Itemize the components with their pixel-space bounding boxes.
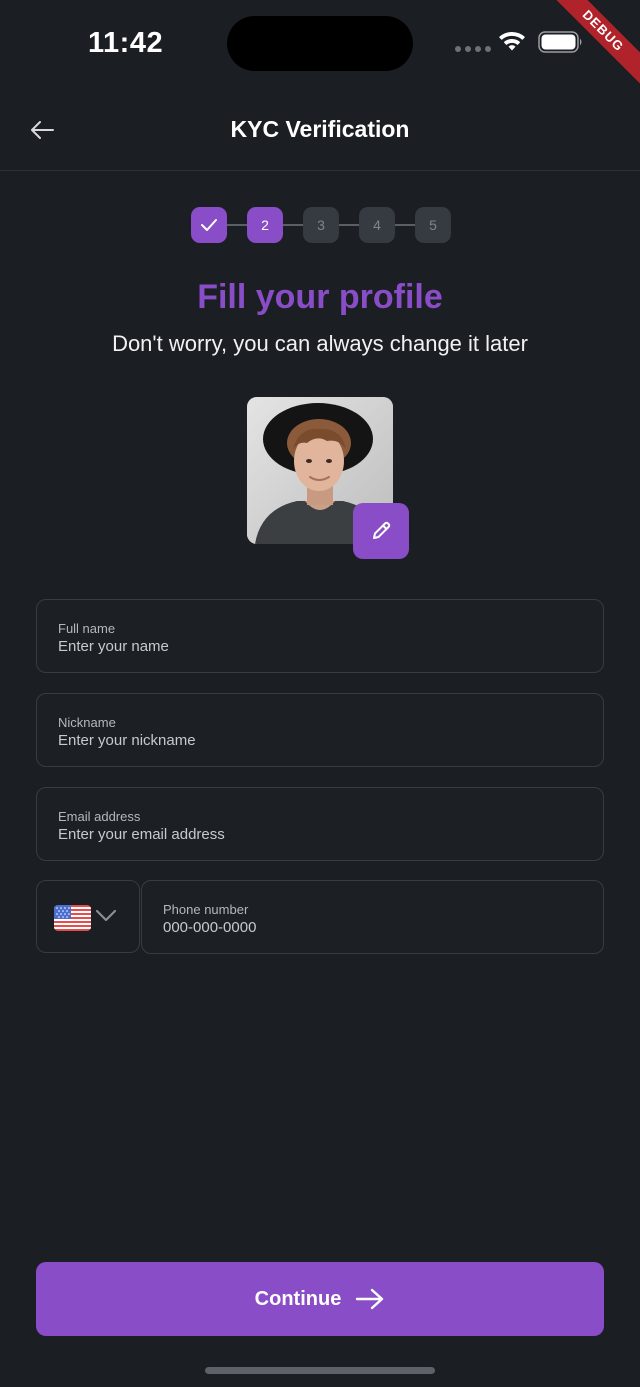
step-3: 3 xyxy=(303,207,339,243)
phone-number-label: Phone number xyxy=(163,902,249,917)
step-connector xyxy=(227,224,247,226)
check-icon xyxy=(201,219,217,231)
step-connector xyxy=(395,224,415,226)
nickname-field[interactable]: Nickname xyxy=(36,693,604,767)
phone-number-input[interactable] xyxy=(163,919,582,936)
full-name-label: Full name xyxy=(58,621,116,636)
status-time: 11:42 xyxy=(88,27,164,59)
country-code-dropdown[interactable] xyxy=(36,880,140,953)
nickname-input[interactable] xyxy=(58,732,582,749)
chevron-down-icon xyxy=(95,909,117,922)
step-connector xyxy=(283,224,303,226)
arrow-right-icon xyxy=(356,1288,384,1310)
nickname-label: Nickname xyxy=(58,715,116,730)
dynamic-island xyxy=(227,16,413,71)
step-2-current: 2 xyxy=(247,207,283,243)
email-input[interactable] xyxy=(58,826,582,843)
step-connector xyxy=(339,224,359,226)
battery-icon xyxy=(538,31,582,53)
continue-label: Continue xyxy=(254,1287,342,1310)
cellular-signal-icon xyxy=(455,46,491,52)
step-4: 4 xyxy=(359,207,395,243)
profile-heading: Fill your profile xyxy=(197,278,443,316)
step-5: 5 xyxy=(415,207,451,243)
edit-photo-button[interactable] xyxy=(353,503,409,559)
us-flag-icon xyxy=(54,905,91,931)
phone-number-field[interactable]: Phone number xyxy=(141,880,604,954)
full-name-input[interactable] xyxy=(58,638,582,655)
progress-stepper: 2 3 4 5 xyxy=(191,207,451,243)
home-indicator xyxy=(205,1367,435,1374)
step-1-completed xyxy=(191,207,227,243)
app-header: KYC Verification xyxy=(0,90,640,171)
profile-subheading: Don't worry, you can always change it la… xyxy=(112,331,528,356)
status-bar: 11:42 DEBUG xyxy=(0,0,640,92)
page-title: KYC Verification xyxy=(230,116,410,142)
email-field[interactable]: Email address xyxy=(36,787,604,861)
pencil-icon xyxy=(373,521,391,539)
wifi-icon xyxy=(499,31,525,51)
full-name-field[interactable]: Full name xyxy=(36,599,604,673)
continue-button[interactable]: Continue xyxy=(36,1262,604,1336)
email-label: Email address xyxy=(58,809,141,824)
